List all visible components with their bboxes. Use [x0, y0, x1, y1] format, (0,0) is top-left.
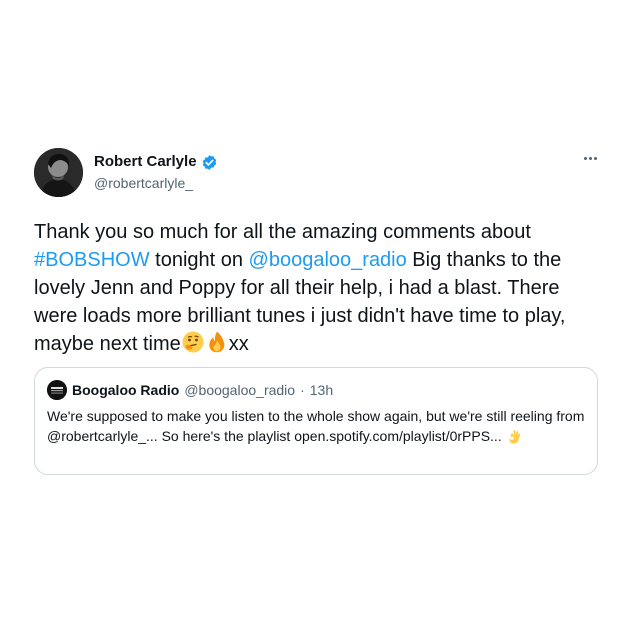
hashtag-link[interactable]: #BOBSHOW	[34, 249, 150, 271]
mention-link[interactable]: @boogaloo_radio	[249, 249, 407, 271]
quoted-tweet[interactable]: Boogaloo Radio @boogaloo_radio · 13h We'…	[34, 367, 598, 475]
quoted-separator: ·	[300, 382, 305, 398]
tweet-text: Thank you so much for all the amazing co…	[34, 218, 600, 362]
author-display-name[interactable]: Robert Carlyle	[94, 153, 197, 171]
more-options-icon[interactable]	[580, 150, 600, 166]
tweet-header: Robert Carlyle @robertcarlyle_	[34, 148, 600, 200]
tweet-text-part: Thank you so much for all the amazing co…	[34, 221, 531, 243]
tweet-text-part: tonight on	[149, 249, 249, 271]
author-names: Robert Carlyle @robertcarlyle_	[94, 153, 218, 192]
quoted-handle[interactable]: @boogaloo_radio	[184, 381, 295, 399]
quoted-display-name[interactable]: Boogaloo Radio	[72, 381, 179, 399]
quoted-avatar[interactable]	[47, 380, 67, 400]
tweet-card: Robert Carlyle @robertcarlyle_ Thank you…	[34, 148, 600, 475]
author-handle[interactable]: @robertcarlyle_	[94, 174, 218, 192]
quoted-tweet-header: Boogaloo Radio @boogaloo_radio · 13h	[47, 380, 333, 400]
tweet-text-part: xx	[228, 333, 249, 355]
fire-icon	[205, 330, 229, 362]
ok-hand-icon	[506, 429, 522, 450]
quoted-text: We're supposed to make you listen to the…	[47, 408, 585, 444]
thinking-face-icon	[181, 330, 205, 362]
quoted-timestamp[interactable]: 13h	[310, 381, 333, 399]
quoted-tweet-text: We're supposed to make you listen to the…	[47, 406, 587, 450]
avatar[interactable]	[34, 148, 83, 197]
verified-badge-icon	[201, 154, 218, 171]
